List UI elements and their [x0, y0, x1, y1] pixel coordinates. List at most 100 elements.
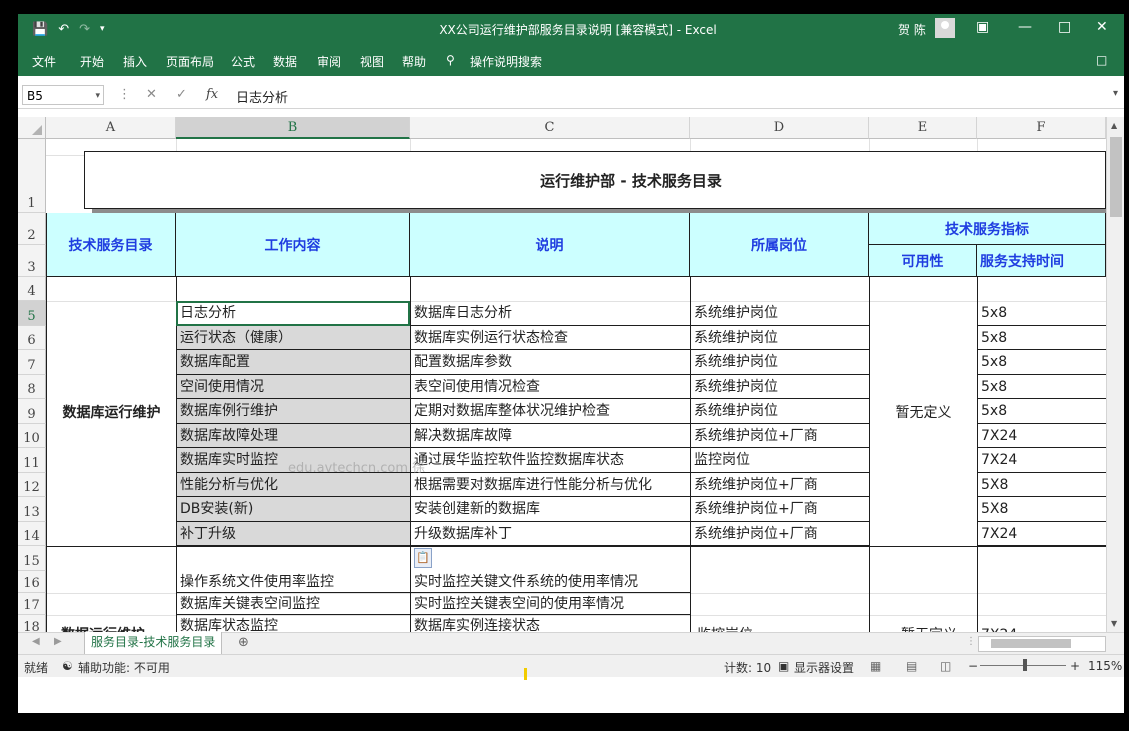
- tab-data[interactable]: 数据: [273, 53, 297, 70]
- user-name[interactable]: 贺 陈: [898, 21, 926, 38]
- header-catalog[interactable]: 技术服务目录: [46, 213, 176, 277]
- tab-review[interactable]: 审阅: [317, 53, 341, 70]
- post-cell[interactable]: 系统维护岗位+厂商: [691, 473, 869, 497]
- row-header-10[interactable]: 10: [18, 424, 46, 448]
- availability-cell[interactable]: 暂无定义: [898, 615, 977, 632]
- enter-check-icon[interactable]: ✓: [176, 87, 187, 102]
- desc-cell[interactable]: 根据需要对数据库进行性能分析与优化: [411, 473, 690, 497]
- row-header-17[interactable]: 17: [18, 593, 46, 615]
- row-header-7[interactable]: 7: [18, 350, 46, 375]
- post-cell[interactable]: 系统维护岗位+厂商: [691, 424, 869, 448]
- row-header-18[interactable]: 18: [18, 615, 46, 632]
- desc-cell[interactable]: 安装创建新的数据库: [411, 497, 690, 522]
- work-cell[interactable]: 运行状态（健康）: [177, 326, 410, 350]
- display-settings[interactable]: 显示器设置: [794, 659, 854, 676]
- tab-formulas[interactable]: 公式: [231, 53, 255, 70]
- column-header-b[interactable]: B: [176, 117, 410, 139]
- header-work[interactable]: 工作内容: [176, 213, 410, 277]
- post-cell[interactable]: 系统维护岗位: [691, 399, 869, 424]
- availability-cell[interactable]: 暂无定义: [870, 277, 977, 546]
- scroll-thumb[interactable]: [1110, 137, 1122, 217]
- desc-cell[interactable]: 实时监控关键表空间的使用率情况: [411, 593, 690, 615]
- save-icon[interactable]: 💾: [32, 22, 48, 37]
- work-cell[interactable]: 日志分析: [177, 301, 410, 326]
- support-time-cell[interactable]: 5X8: [978, 497, 1106, 522]
- post-cell[interactable]: 系统维护岗位: [691, 375, 869, 399]
- page-break-view-icon[interactable]: ◫: [940, 659, 951, 673]
- work-cell[interactable]: DB安装(新): [177, 497, 410, 522]
- tab-insert[interactable]: 插入: [123, 53, 147, 70]
- sheet-title[interactable]: 运行维护部 - 技术服务目录: [84, 151, 1106, 209]
- column-header-d[interactable]: D: [690, 117, 869, 139]
- post-cell[interactable]: 监控岗位: [694, 615, 869, 632]
- support-time-cell[interactable]: 5x8: [978, 326, 1106, 350]
- column-header-f[interactable]: F: [977, 117, 1106, 139]
- work-cell[interactable]: 空间使用情况: [177, 375, 410, 399]
- desc-cell[interactable]: 通过展华监控软件监控数据库状态: [411, 448, 690, 473]
- maximize-icon[interactable]: □: [1058, 19, 1071, 35]
- row-header-6[interactable]: 6: [18, 326, 46, 350]
- row-header-11[interactable]: 11: [18, 448, 46, 473]
- desc-cell[interactable]: 数据库实例运行状态检查: [411, 326, 690, 350]
- desc-cell[interactable]: 定期对数据库整体状况维护检查: [411, 399, 690, 424]
- accessibility-status[interactable]: 辅助功能: 不可用: [78, 659, 170, 676]
- close-icon[interactable]: ✕: [1096, 19, 1108, 35]
- zoom-in-icon[interactable]: +: [1070, 659, 1080, 673]
- chevron-down-icon[interactable]: ▾: [95, 86, 100, 106]
- work-cell[interactable]: 数据库状态监控: [177, 615, 410, 632]
- desc-cell[interactable]: 升级数据库补丁: [411, 522, 690, 546]
- name-box[interactable]: B5 ▾: [22, 85, 104, 105]
- post-cell[interactable]: 系统维护岗位+厂商: [691, 522, 869, 546]
- select-all-corner[interactable]: [18, 117, 46, 139]
- customize-qat-icon[interactable]: ▾: [100, 24, 105, 34]
- tab-page-layout[interactable]: 页面布局: [166, 53, 214, 70]
- column-header-a[interactable]: A: [46, 117, 176, 139]
- desc-cell[interactable]: 实时监控关键文件系统的使用率情况: [411, 571, 690, 593]
- desc-cell[interactable]: 解决数据库故障: [411, 424, 690, 448]
- page-layout-view-icon[interactable]: ▤: [906, 659, 917, 673]
- avatar[interactable]: [935, 18, 955, 38]
- tell-me-search[interactable]: 操作说明搜索: [470, 53, 542, 70]
- work-cell[interactable]: 数据库故障处理: [177, 424, 410, 448]
- support-time-cell[interactable]: 7X24: [978, 522, 1106, 546]
- redo-icon[interactable]: ↷: [79, 22, 90, 37]
- support-time-cell[interactable]: 7X24: [978, 448, 1106, 473]
- expand-formula-icon[interactable]: ▾: [1113, 88, 1118, 99]
- scroll-thumb[interactable]: [991, 639, 1071, 648]
- horizontal-scrollbar[interactable]: [978, 636, 1106, 652]
- group-label[interactable]: 数据运行维护: [58, 615, 176, 632]
- minimize-icon[interactable]: —: [1018, 19, 1032, 35]
- row-header-12[interactable]: 12: [18, 473, 46, 497]
- sheet-tab-active[interactable]: 服务目录-技术服务目录: [84, 632, 223, 656]
- row-header-15[interactable]: 15: [18, 546, 46, 571]
- row-header-4[interactable]: 4: [18, 277, 46, 301]
- post-cell[interactable]: 系统维护岗位: [691, 301, 869, 326]
- tab-help[interactable]: 帮助: [402, 53, 426, 70]
- undo-icon[interactable]: ↶: [58, 22, 69, 37]
- group-label[interactable]: 数据库运行维护: [47, 277, 176, 546]
- work-cell[interactable]: 数据库配置: [177, 350, 410, 375]
- ribbon-display-icon[interactable]: ▣: [976, 19, 989, 35]
- row-header-16[interactable]: 16: [18, 571, 46, 593]
- row-header-2[interactable]: 2: [18, 213, 46, 245]
- column-header-c[interactable]: C: [410, 117, 690, 139]
- worksheet-grid[interactable]: A B C D E F 1 2 3 4 5 6 7 8 9 10 11 12 1…: [18, 117, 1106, 632]
- next-sheet-icon[interactable]: ▶: [54, 636, 62, 647]
- support-time-cell[interactable]: 5x8: [978, 350, 1106, 375]
- row-header-14[interactable]: 14: [18, 522, 46, 546]
- tab-view[interactable]: 视图: [360, 53, 384, 70]
- zoom-out-icon[interactable]: −: [968, 659, 978, 673]
- post-cell[interactable]: 系统维护岗位: [691, 350, 869, 375]
- desc-cell[interactable]: 数据库实例连接状态: [411, 615, 690, 632]
- cancel-icon[interactable]: ✕: [146, 87, 157, 102]
- work-cell[interactable]: 补丁升级: [177, 522, 410, 546]
- row-header-1[interactable]: 1: [18, 139, 46, 213]
- header-availability[interactable]: 可用性: [869, 245, 977, 277]
- row-header-13[interactable]: 13: [18, 497, 46, 522]
- insert-function-icon[interactable]: fx: [206, 87, 218, 102]
- vertical-scrollbar[interactable]: ▲ ▼: [1106, 117, 1124, 632]
- support-time-cell[interactable]: 5x8: [978, 375, 1106, 399]
- zoom-level[interactable]: 115%: [1088, 659, 1122, 673]
- header-desc[interactable]: 说明: [410, 213, 690, 277]
- support-time-cell[interactable]: 7X24: [978, 424, 1106, 448]
